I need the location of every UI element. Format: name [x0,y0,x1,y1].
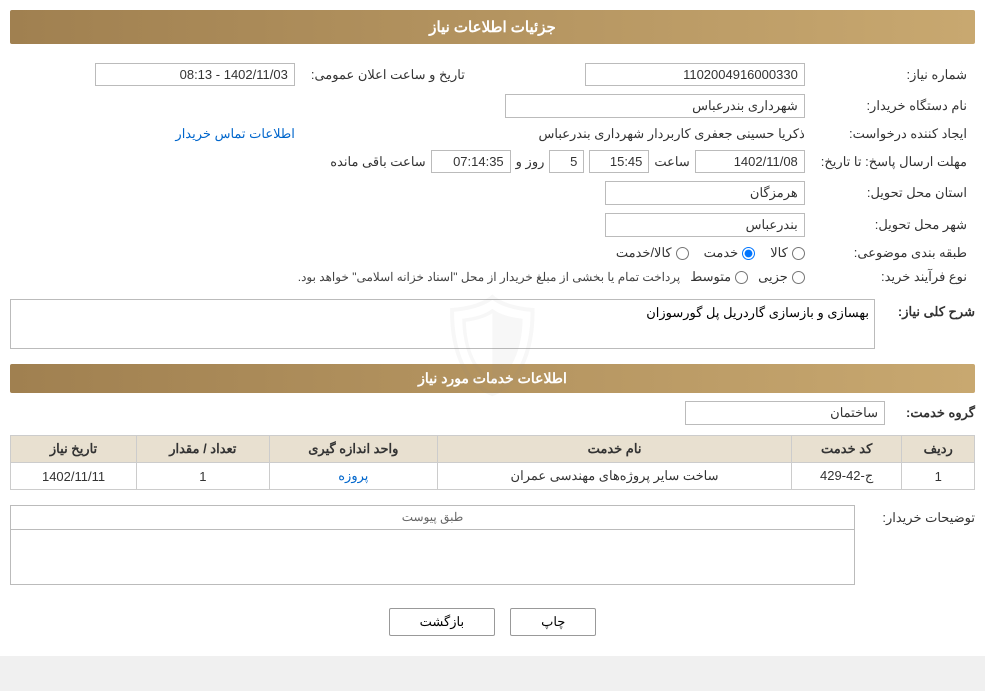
mohlet-label: مهلت ارسال پاسخ: تا تاریخ: [813,146,975,177]
col-radif: ردیف [902,436,975,463]
ijad-value: ذکریا حسینی جعفری کاربردار شهرداری بندرع… [539,126,805,141]
nooe-farayand-label: نوع فرآیند خرید: [813,265,975,289]
tarikh-value: 1402/11/03 - 08:13 [95,63,295,86]
ijad-label: ایجاد کننده درخواست: [813,122,975,146]
shomara-niaz-value: 1102004916000330 [585,63,805,86]
col-tedad: تعداد / مقدار [137,436,269,463]
col-kod: کد خدمت [791,436,901,463]
shahr-value: بندرعباس [605,213,805,237]
mohlet-baqi-label: ساعت باقی مانده [330,154,425,170]
ijad-link[interactable]: اطلاعات تماس خریدار [175,126,294,141]
tavzihat-textarea[interactable] [10,530,855,585]
farayand-note: پرداخت تمام یا بخشی از مبلغ خریدار از مح… [298,270,681,284]
services-header: اطلاعات خدمات مورد نیاز [10,364,975,393]
back-button[interactable]: بازگشت [389,608,495,636]
services-table: ردیف کد خدمت نام خدمت واحد اندازه گیری ت… [10,435,975,490]
nam-dastgah-label: نام دستگاه خریدار: [813,90,975,122]
tavzihat-label: توضیحات خریدار: [865,505,975,526]
shomara-niaz-label: شماره نیاز: [813,59,975,90]
sharh-label: شرح کلی نیاز: [885,299,975,320]
col-vahed: واحد اندازه گیری [269,436,438,463]
tabaqe-kala[interactable]: کالا [770,245,805,261]
mohlet-rooz: 5 [549,150,584,173]
page-title: جزئیات اطلاعات نیاز [10,10,975,44]
farayand-jozi[interactable]: جزیی [758,269,805,285]
mohlet-date: 1402/11/08 [695,150,805,173]
col-tarikh: تاریخ نیاز [11,436,137,463]
mohlet-baqi: 07:14:35 [431,150,511,173]
mohlet-saat-label: ساعت [654,154,689,170]
tabaqe-label: طبقه بندی موضوعی: [813,241,975,265]
group-label: گروه خدمت: [895,405,975,421]
mohlet-saat: 15:45 [589,150,649,173]
print-button[interactable]: چاپ [510,608,596,636]
ostan-label: استان محل تحویل: [813,177,975,209]
table-row: 1ج-42-429ساخت سایر پروژه‌های مهندسی عمرا… [11,463,975,490]
tabaqe-kala-khedmat[interactable]: کالا/خدمت [616,245,689,261]
farayand-motavaset[interactable]: متوسط [690,269,748,285]
ostan-value: هرمزگان [605,181,805,205]
group-value: ساختمان [685,401,885,425]
tarikh-label: تاریخ و ساعت اعلان عمومی: [303,59,473,90]
col-nam: نام خدمت [438,436,792,463]
mohlet-rooz-label: روز و [516,154,545,170]
sharh-textarea[interactable] [10,299,875,349]
tavzihat-placeholder: طبق پیوست [10,505,855,530]
nam-dastgah-value: شهرداری بندرعباس [505,94,805,118]
shahr-label: شهر محل تحویل: [813,209,975,241]
tabaqe-khedmat[interactable]: خدمت [704,245,756,261]
